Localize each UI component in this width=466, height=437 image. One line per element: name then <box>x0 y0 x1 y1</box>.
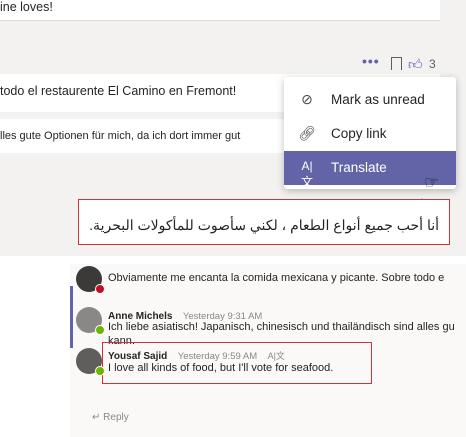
hand-cursor-icon: ☞ <box>424 173 440 192</box>
thread-indicator <box>70 286 73 348</box>
like-count: 3 <box>429 57 436 71</box>
timestamp: Yesterday 9:59 AM <box>177 351 258 362</box>
status-available-icon <box>95 325 105 335</box>
mark-unread-icon: ⊘ <box>301 91 313 107</box>
sender-name[interactable]: Yousaf Sajid <box>108 351 167 362</box>
translate-icon: A|文 <box>300 159 313 189</box>
translated-message-box: أنا أحب جميع أنواع الطعام ، لكني سأصوت ل… <box>78 199 450 245</box>
like-icon[interactable]: 👍︎ <box>408 56 423 73</box>
bookmark-icon[interactable] <box>391 57 402 70</box>
top-chat-panel: ine loves! todo el restaurente El Camino… <box>0 0 466 256</box>
menu-item-mark-unread[interactable]: ⊘ Mark as unread <box>284 83 456 117</box>
reply-icon: ↵ <box>92 412 101 423</box>
message-actions: ••• 👍︎ 3 <box>350 53 450 74</box>
menu-item-copy-link[interactable]: 🔗︎ Copy link <box>284 117 456 151</box>
reply-button[interactable]: ↵ Reply <box>92 412 129 423</box>
message-snippet: ine loves! <box>0 0 440 21</box>
more-options-icon[interactable]: ••• <box>362 53 380 69</box>
translated-icon[interactable]: A|文 <box>268 351 285 361</box>
message-text: Obviamente me encanta la comida mexicana… <box>108 272 445 284</box>
status-available-icon <box>95 366 105 376</box>
status-busy-icon <box>95 284 105 294</box>
message-text: I love all kinds of food, but I'll vote … <box>108 362 334 374</box>
link-icon: 🔗︎ <box>298 125 316 141</box>
bottom-chat-panel: Obviamente me encanta la comida mexicana… <box>0 264 466 437</box>
arabic-message-text: أنا أحب جميع أنواع الطعام ، لكني سأصوت ل… <box>89 217 439 233</box>
